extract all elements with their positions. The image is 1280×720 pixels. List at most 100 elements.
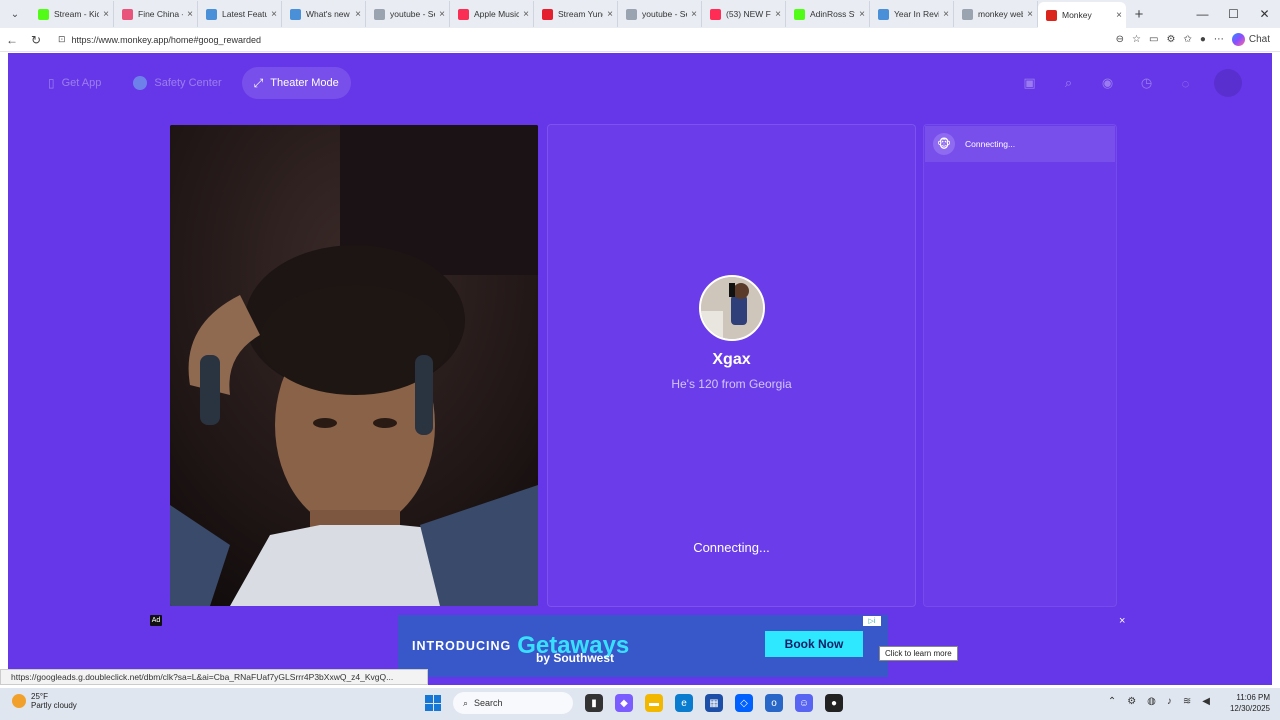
browser-tab[interactable]: Monkey × [1038, 2, 1126, 28]
volume-icon[interactable]: ◀ [1202, 696, 1210, 707]
webcam-feed-image [170, 125, 538, 606]
safety-center-button[interactable]: Safety Center [121, 67, 233, 99]
tab-close-icon[interactable]: × [775, 9, 781, 20]
browser-tab[interactable]: Stream - Kick × [30, 1, 114, 27]
site-info-icon[interactable]: ⊡ [58, 34, 66, 45]
tab-close-icon[interactable]: × [691, 9, 697, 20]
start-icon[interactable] [425, 695, 441, 711]
back-icon[interactable]: ← [0, 33, 24, 47]
history-icon[interactable]: ◷ [1136, 73, 1157, 94]
clock[interactable]: 11:06 PM 12/30/2025 [1230, 692, 1270, 714]
dropbox-icon[interactable]: ◇ [735, 694, 753, 712]
browser-tab[interactable]: Fine China - × [114, 1, 198, 27]
messages-icon[interactable]: ◌ [1175, 73, 1196, 94]
minimize-icon[interactable]: — [1187, 0, 1218, 28]
chevron-up-icon[interactable]: ⌃ [1108, 696, 1116, 707]
address-bar: ← ↻ ⊡ https://www.monkey.app/home#goog_r… [0, 28, 1280, 52]
top-right-icons: ▣ ⌕ ◉ ◷ ◌ [1019, 69, 1242, 97]
tab-close-icon[interactable]: × [1116, 10, 1122, 21]
tab-title: Monkey [1062, 10, 1092, 20]
match-description: He's 120 from Georgia [671, 377, 792, 391]
microphone-icon[interactable]: ♪ [1167, 696, 1172, 707]
extensions-icon[interactable]: ⚙ [1166, 34, 1175, 45]
taskbar-search-label: Search [474, 698, 503, 708]
tab-close-icon[interactable]: × [859, 9, 865, 20]
browser-tab[interactable]: Year In Revie × [870, 1, 954, 27]
shop-icon[interactable]: ▣ [1019, 73, 1040, 94]
weather-widget[interactable]: 25°F Partly cloudy [12, 692, 77, 710]
tab-close-icon[interactable]: × [607, 9, 613, 20]
discord-icon[interactable]: ☺ [795, 694, 813, 712]
url-field[interactable]: ⊡ https://www.monkey.app/home#goog_rewar… [58, 34, 261, 45]
tab-close-icon[interactable]: × [187, 9, 193, 20]
refresh-icon[interactable]: ↻ [24, 33, 48, 47]
user-avatar[interactable] [1214, 69, 1242, 97]
tab-close-icon[interactable]: × [523, 9, 529, 20]
favorite-star-icon[interactable]: ☆ [1132, 34, 1141, 45]
search-icon[interactable]: ⌕ [1058, 73, 1079, 94]
get-app-button[interactable]: ▯ Get App [36, 67, 113, 99]
browser-tab[interactable]: Stream Yung × [534, 1, 618, 27]
link-status-bar: https://googleads.g.doubleclick.net/dbm/… [0, 669, 428, 685]
browser-tab[interactable]: monkey web × [954, 1, 1038, 27]
tab-close-icon[interactable]: × [355, 9, 361, 20]
top-nav: ▯ Get App Safety Center ⤢ Theater Mode [36, 67, 351, 99]
ad-close-icon[interactable]: × [1119, 615, 1125, 627]
window-controls: — ☐ ✕ [1187, 0, 1280, 28]
tab-close-icon[interactable]: × [439, 9, 445, 20]
tray-app-icon[interactable]: ⚙ [1127, 696, 1136, 707]
network-icon[interactable]: ◍ [1147, 696, 1156, 707]
browser-tab[interactable]: Apple Music × [450, 1, 534, 27]
browser-tab[interactable]: Latest Feature × [198, 1, 282, 27]
tab-favicon-icon [458, 8, 469, 20]
tab-favicon-icon [1046, 9, 1057, 21]
taskbar-search[interactable]: ⌕ Search [453, 692, 573, 714]
tab-close-icon[interactable]: × [103, 9, 109, 20]
favorites-icon[interactable]: ✩ [1183, 34, 1191, 45]
ad-tooltip: Click to learn more [879, 646, 958, 661]
self-video [170, 125, 538, 606]
tab-favicon-icon [962, 8, 973, 20]
ad-banner[interactable]: INTRODUCING Getaways by Southwest Book N… [398, 615, 888, 677]
obs-icon[interactable]: ● [825, 694, 843, 712]
reader-icon[interactable]: ⊖ [1116, 34, 1124, 45]
task-view-icon[interactable]: ▮ [585, 694, 603, 712]
theater-mode-button[interactable]: ⤢ Theater Mode [241, 67, 351, 99]
tab-favicon-icon [794, 8, 805, 20]
more-menu-icon[interactable]: ⋯ [1214, 34, 1224, 45]
tab-close-icon[interactable]: × [1027, 9, 1033, 20]
copilot-app-icon[interactable]: ◆ [615, 694, 633, 712]
adchoices-icon[interactable]: ▷ⅰ [863, 616, 881, 626]
tab-close-icon[interactable]: × [943, 9, 949, 20]
outlook-icon[interactable]: o [765, 694, 783, 712]
browser-tab[interactable]: youtube - Se × [618, 1, 702, 27]
tab-favicon-icon [878, 8, 889, 20]
copilot-chat-button[interactable]: Chat [1231, 33, 1270, 46]
maximize-icon[interactable]: ☐ [1218, 0, 1249, 28]
tab-close-icon[interactable]: × [271, 9, 277, 20]
profile-extension-icon[interactable]: ● [1200, 34, 1206, 45]
browser-tab[interactable]: What's new × [282, 1, 366, 27]
tab-actions-menu-icon[interactable]: ⌄ [0, 0, 30, 28]
chat-status-row: 🐵 Connecting... [925, 126, 1115, 162]
new-tab-button[interactable]: + [1126, 6, 1152, 23]
browser-tab[interactable]: AdinRoss Stre × [786, 1, 870, 27]
ad-label: Ad [150, 615, 162, 626]
chat-label: Chat [1248, 34, 1270, 45]
store-icon[interactable]: ▦ [705, 694, 723, 712]
clock-date: 12/30/2025 [1229, 704, 1270, 713]
match-avatar[interactable] [698, 275, 765, 341]
weather-icon [12, 694, 26, 708]
shield-icon [133, 76, 148, 90]
close-window-icon[interactable]: ✕ [1249, 0, 1280, 28]
browser-tab[interactable]: youtube - Se × [366, 1, 450, 27]
copilot-icon [1231, 33, 1245, 46]
friends-icon[interactable]: ◉ [1097, 73, 1118, 94]
media-icon[interactable]: ▭ [1149, 34, 1158, 45]
wifi-icon[interactable]: ≋ [1183, 696, 1191, 707]
edge-icon[interactable]: e [675, 694, 693, 712]
tab-title: What's new [306, 9, 350, 19]
file-explorer-icon[interactable]: ▬ [645, 694, 663, 712]
browser-tab[interactable]: (53) NEW Fu × [702, 1, 786, 27]
book-now-button[interactable]: Book Now [765, 631, 863, 657]
